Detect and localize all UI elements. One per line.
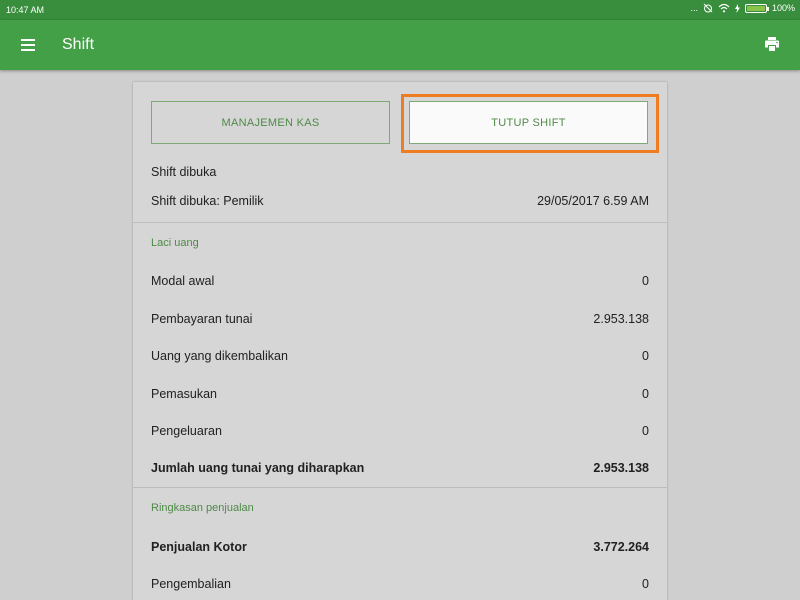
row-label: Pemasukan xyxy=(151,387,218,401)
row-label: Pengembalian xyxy=(151,577,231,591)
close-shift-button[interactable]: TUTUP SHIFT xyxy=(409,101,648,144)
cash-management-button[interactable]: MANAJEMEN KAS xyxy=(151,101,390,144)
cash-drawer-row: Pembayaran tunai 2.953.138 xyxy=(151,312,649,326)
row-value: 0 xyxy=(642,274,649,288)
battery-icon xyxy=(744,3,769,13)
sales-summary-row: Penjualan Kotor 3.772.264 xyxy=(151,540,649,554)
row-value: 3.772.264 xyxy=(593,540,649,554)
shift-opened-row: Shift dibuka xyxy=(151,165,649,179)
charging-icon xyxy=(734,3,740,13)
printer-icon[interactable] xyxy=(764,36,780,52)
cash-drawer-row: Modal awal 0 xyxy=(151,274,649,288)
shift-card: MANAJEMEN KAS TUTUP SHIFT Shift dibuka S… xyxy=(133,82,667,600)
row-label: Pembayaran tunai xyxy=(151,312,253,326)
divider xyxy=(133,487,667,488)
row-label: Pengeluaran xyxy=(151,424,222,438)
alarm-off-icon xyxy=(703,3,713,13)
divider xyxy=(133,222,667,223)
cash-drawer-row: Pemasukan 0 xyxy=(151,387,649,401)
shift-opened-by-label: Shift dibuka: Pemilik xyxy=(151,194,264,208)
more-notifications-icon: ... xyxy=(690,3,698,13)
wifi-icon xyxy=(718,3,730,13)
row-value: 0 xyxy=(642,577,649,591)
row-value: 2.953.138 xyxy=(593,312,649,326)
status-icons: ... 100% xyxy=(690,3,795,13)
battery-level xyxy=(746,5,765,11)
row-value: 0 xyxy=(642,387,649,401)
row-label: Penjualan Kotor xyxy=(151,540,247,554)
cash-drawer-section-title: Laci uang xyxy=(151,237,199,249)
battery-percent: 100% xyxy=(771,3,795,13)
app-bar: Shift xyxy=(0,20,800,70)
row-label: Modal awal xyxy=(151,274,215,288)
row-value: 0 xyxy=(642,349,649,363)
status-time: 10:47 AM xyxy=(6,5,45,15)
cash-drawer-row: Pengeluaran 0 xyxy=(151,424,649,438)
status-bar: 10:47 AM ... 100% xyxy=(0,0,800,20)
page-title: Shift xyxy=(62,36,95,53)
expected-cash-total-row: Jumlah uang tunai yang diharapkan 2.953.… xyxy=(151,461,649,475)
sales-summary-row: Pengembalian 0 xyxy=(151,577,649,591)
shift-opened-at: 29/05/2017 6.59 AM xyxy=(537,194,649,208)
sales-summary-section-title: Ringkasan penjualan xyxy=(151,502,254,514)
shift-opened-by-row: Shift dibuka: Pemilik 29/05/2017 6.59 AM xyxy=(151,194,649,208)
total-value: 2.953.138 xyxy=(593,461,649,475)
total-label: Jumlah uang tunai yang diharapkan xyxy=(151,461,365,475)
row-value: 0 xyxy=(642,424,649,438)
cash-drawer-row: Uang yang dikembalikan 0 xyxy=(151,349,649,363)
row-label: Uang yang dikembalikan xyxy=(151,349,288,363)
shift-opened-label: Shift dibuka xyxy=(151,165,217,179)
hamburger-menu-icon[interactable] xyxy=(21,39,35,51)
